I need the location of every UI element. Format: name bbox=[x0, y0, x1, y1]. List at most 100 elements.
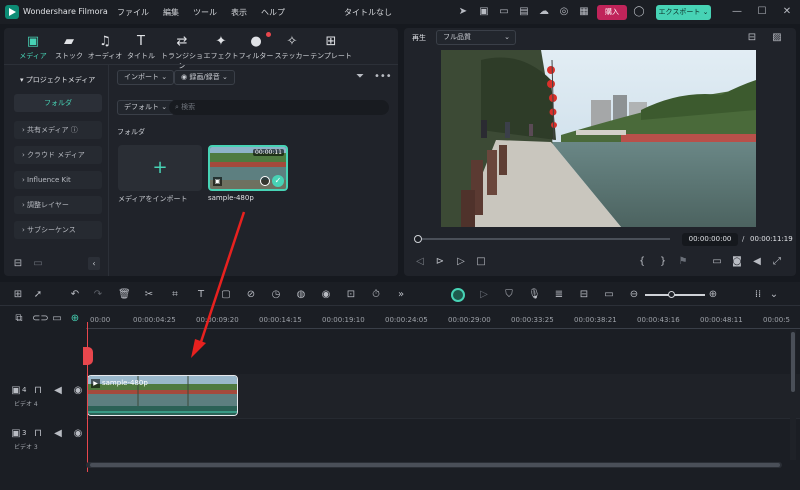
menu-edit[interactable]: 編集 bbox=[163, 7, 179, 18]
timer-icon[interactable]: ⏱ bbox=[370, 289, 382, 301]
tab-audio[interactable]: ♫ オーディオ bbox=[86, 34, 124, 61]
menu-file[interactable]: ファイル bbox=[117, 7, 149, 18]
folder-icon[interactable]: ▭ bbox=[32, 258, 44, 270]
snap-icon[interactable]: ⊕ bbox=[69, 313, 81, 325]
zoom-out-icon[interactable]: ⊖ bbox=[628, 289, 640, 301]
layout-icon[interactable]: ▭ bbox=[498, 6, 510, 18]
play-icon[interactable]: ▷ bbox=[455, 256, 467, 268]
sidebar-project-media[interactable]: ▾ プロジェクトメディア bbox=[14, 71, 102, 89]
more-icon[interactable]: ••• bbox=[374, 71, 392, 83]
cloud-icon[interactable]: ☁ bbox=[538, 6, 550, 18]
record-dropdown[interactable]: ◉ 録画/録音 ⌄ bbox=[174, 70, 235, 85]
playhead-handle[interactable] bbox=[83, 347, 93, 365]
split-view-icon[interactable]: ⊟ bbox=[746, 32, 758, 44]
green-screen-icon[interactable]: ⊡ bbox=[345, 289, 357, 301]
shield-icon[interactable]: ⛉ bbox=[503, 289, 515, 301]
speed-icon[interactable]: ◷ bbox=[270, 289, 282, 301]
filter-funnel-icon[interactable]: ⏷ bbox=[354, 71, 366, 83]
import-media-tile[interactable]: + bbox=[118, 145, 202, 191]
support-icon[interactable]: ◎ bbox=[558, 6, 570, 18]
mask-icon[interactable]: ⊘ bbox=[245, 289, 257, 301]
color-icon[interactable]: ◍ bbox=[295, 289, 307, 301]
undo-icon[interactable]: ↶ bbox=[69, 289, 81, 301]
stop-icon[interactable]: □ bbox=[475, 256, 487, 268]
minimize-icon[interactable]: — bbox=[731, 6, 743, 18]
tab-sticker[interactable]: ✧ ステッカー bbox=[273, 34, 311, 61]
sidebar-item-cloud[interactable]: › クラウド メディア bbox=[14, 146, 102, 164]
redo-icon[interactable]: ↷ bbox=[92, 289, 104, 301]
zoom-in-icon[interactable]: ⊕ bbox=[707, 289, 719, 301]
ai-icon[interactable]: ◉ bbox=[320, 289, 332, 301]
microphone-icon[interactable]: 🎙 bbox=[528, 289, 541, 301]
step-forward-icon[interactable]: ⊳ bbox=[434, 256, 446, 268]
audio-track-icon[interactable]: ≣ bbox=[553, 289, 565, 301]
render-icon[interactable]: ▷ bbox=[478, 289, 490, 301]
send-icon[interactable]: ➤ bbox=[457, 6, 469, 18]
sidebar-item-shared[interactable]: › 共有メディア ⓘ bbox=[14, 121, 102, 139]
gift-icon[interactable]: ▦ bbox=[578, 6, 590, 18]
monitor-icon[interactable]: ▭ bbox=[711, 256, 723, 268]
zoom-slider-handle[interactable] bbox=[668, 291, 675, 298]
folder-icon[interactable]: ⊓ bbox=[32, 428, 44, 440]
delete-icon[interactable]: 🗑 bbox=[118, 289, 131, 301]
preview-progress-track[interactable] bbox=[418, 238, 670, 240]
replace-icon[interactable]: ⊟ bbox=[578, 289, 590, 301]
tab-transition[interactable]: ⇄ トランジション bbox=[160, 34, 204, 71]
maximize-icon[interactable]: ☐ bbox=[756, 6, 768, 18]
close-icon[interactable]: ✕ bbox=[781, 6, 793, 18]
horizontal-scroll-thumb[interactable] bbox=[90, 463, 780, 467]
time-ruler[interactable] bbox=[86, 306, 800, 330]
fullscreen-icon[interactable]: ⤢ bbox=[771, 256, 783, 268]
camera-icon[interactable]: ◙ bbox=[731, 256, 743, 268]
cut-icon[interactable]: ✂ bbox=[143, 289, 155, 301]
collapse-sidebar-button[interactable]: ‹ bbox=[88, 257, 100, 270]
more-tools-icon[interactable]: » bbox=[395, 289, 407, 301]
tab-effect[interactable]: ✦ エフェクト bbox=[202, 34, 240, 61]
volume-icon[interactable]: ◀ bbox=[751, 256, 763, 268]
add-track-icon[interactable]: ⧉ bbox=[13, 313, 25, 325]
playhead-line[interactable] bbox=[87, 322, 88, 472]
vertical-scroll-thumb[interactable] bbox=[791, 332, 795, 392]
tab-stock[interactable]: ▰ ストック bbox=[50, 34, 88, 61]
eye-icon[interactable]: ◉ bbox=[72, 385, 84, 397]
sidebar-item-influence[interactable]: › Influence Kit bbox=[14, 171, 102, 189]
import-dropdown[interactable]: インポート ⌄ bbox=[117, 70, 175, 85]
sidebar-item-subsequence[interactable]: › サブシーケンス bbox=[14, 221, 102, 239]
preview-progress-handle[interactable] bbox=[414, 235, 422, 243]
account-icon[interactable]: ◯ bbox=[633, 6, 645, 18]
purchase-button[interactable]: 購入 bbox=[597, 5, 627, 20]
timeline-clip[interactable]: ▶ sample-480p bbox=[87, 375, 238, 416]
tab-filter[interactable]: ● フィルター bbox=[237, 32, 275, 61]
track-manager-icon[interactable]: ▭ bbox=[51, 313, 63, 325]
tab-media[interactable]: ▣ メディア bbox=[14, 34, 52, 61]
ai-mode-toggle[interactable] bbox=[451, 288, 465, 302]
audio-mute-icon[interactable]: ◀ bbox=[52, 385, 64, 397]
new-folder-icon[interactable]: ⊟ bbox=[12, 258, 24, 270]
feedback-icon[interactable]: ▣ bbox=[478, 6, 490, 18]
tab-template[interactable]: ⊞ テンプレート bbox=[309, 34, 353, 61]
zoom-slider-track[interactable] bbox=[645, 294, 705, 296]
grid-layout-icon[interactable]: ⊞ bbox=[12, 289, 24, 301]
text-icon[interactable]: T bbox=[195, 289, 207, 301]
menu-view[interactable]: 表示 bbox=[231, 7, 247, 18]
crop-icon[interactable]: ⌗ bbox=[169, 289, 181, 301]
quality-dropdown[interactable]: フル品質 ⌄ bbox=[436, 30, 516, 45]
menu-help[interactable]: ヘルプ bbox=[261, 7, 285, 18]
sidebar-folder[interactable]: フォルダ bbox=[14, 94, 102, 112]
audio-mute-icon[interactable]: ◀ bbox=[52, 428, 64, 440]
search-input[interactable]: ⌕ 検索 bbox=[169, 100, 389, 115]
preview-tab[interactable]: 再生 bbox=[412, 33, 426, 43]
mark-out-icon[interactable]: } bbox=[657, 256, 669, 268]
resize-icon[interactable]: ▢ bbox=[220, 289, 232, 301]
menu-tools[interactable]: ツール bbox=[193, 7, 217, 18]
chevron-down-icon[interactable]: ⌄ bbox=[768, 289, 780, 301]
marker-icon[interactable]: ⚑ bbox=[677, 256, 689, 268]
sort-dropdown[interactable]: デフォルト ⌄ bbox=[117, 100, 175, 115]
media-thumbnail[interactable]: 00:00:11 ▣ ✓ bbox=[208, 145, 288, 191]
previous-frame-icon[interactable]: ◁ bbox=[414, 256, 426, 268]
eye-icon[interactable]: ◉ bbox=[72, 428, 84, 440]
link-icon[interactable]: ⊂⊃ bbox=[32, 313, 49, 325]
folder-icon[interactable]: ⊓ bbox=[32, 385, 44, 397]
mark-in-icon[interactable]: { bbox=[636, 256, 648, 268]
export-button[interactable]: エクスポート ⌄ bbox=[656, 5, 711, 20]
